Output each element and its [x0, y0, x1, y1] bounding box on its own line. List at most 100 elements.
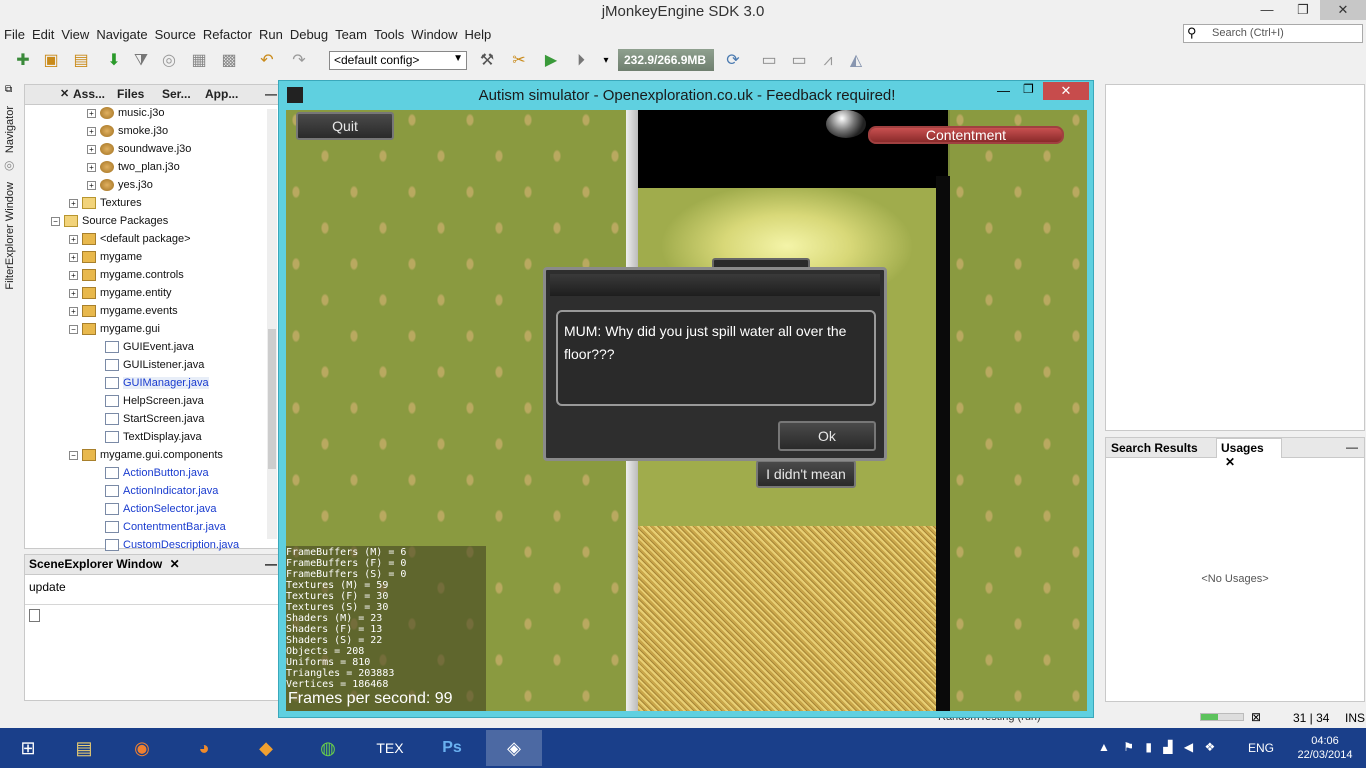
new-project-icon[interactable]: ▣: [40, 50, 62, 72]
texworks-icon[interactable]: TEX: [362, 730, 418, 766]
battery-icon[interactable]: ▮: [1145, 740, 1152, 754]
expand-toggle-icon[interactable]: +: [87, 126, 96, 136]
open-project-icon[interactable]: ▤: [70, 50, 92, 72]
tree-item[interactable]: ActionSelector.java: [105, 503, 217, 521]
menu-navigate[interactable]: Navigate: [92, 24, 150, 42]
autism-simulator-icon[interactable]: ◈: [486, 730, 542, 766]
save-icon[interactable]: ▦: [188, 50, 210, 72]
new-file-icon[interactable]: ✚: [12, 50, 34, 72]
profile-icon[interactable]: ⟳: [722, 50, 744, 72]
close-icon[interactable]: ✕: [170, 557, 180, 571]
tree-item[interactable]: + mygame.events: [69, 305, 178, 323]
restore-icon[interactable]: ⧉: [5, 84, 12, 95]
build-icon[interactable]: ⚒: [476, 50, 498, 72]
tree-item[interactable]: TextDisplay.java: [105, 431, 202, 449]
expand-toggle-icon[interactable]: +: [87, 162, 96, 172]
expand-toggle-icon[interactable]: −: [69, 450, 78, 460]
menu-file[interactable]: File: [0, 24, 28, 42]
tree-item[interactable]: + <default package>: [69, 233, 191, 251]
expand-toggle-icon[interactable]: −: [51, 216, 60, 226]
debug-icon[interactable]: ⏵: [570, 50, 592, 72]
undo-icon[interactable]: ↶: [256, 50, 278, 72]
monitor-icon[interactable]: ▭: [788, 50, 810, 72]
expand-toggle-icon[interactable]: +: [87, 108, 96, 118]
expand-toggle-icon[interactable]: +: [69, 288, 78, 298]
file-explorer-icon[interactable]: ▤: [56, 730, 112, 766]
photoshop-icon[interactable]: Ps: [424, 730, 480, 766]
projects-scrollbar[interactable]: [267, 109, 277, 539]
close-button[interactable]: ✕: [1043, 82, 1089, 100]
expand-toggle-icon[interactable]: +: [87, 144, 96, 154]
tab-appstates[interactable]: App...: [205, 87, 238, 101]
close-button[interactable]: ✕: [1320, 0, 1366, 20]
scene-explorer-title[interactable]: SceneExplorer Window: [29, 557, 162, 571]
expand-toggle-icon[interactable]: +: [69, 306, 78, 316]
response-button[interactable]: I didn't mean: [756, 460, 856, 488]
close-icon[interactable]: ✕: [1225, 455, 1235, 469]
quit-button[interactable]: Quit: [296, 112, 394, 140]
expand-toggle-icon[interactable]: +: [69, 252, 78, 262]
jmonkey-sdk-icon[interactable]: ◆: [238, 730, 294, 766]
firefox-icon[interactable]: ◉: [114, 730, 170, 766]
filter-icon[interactable]: ⧩: [130, 50, 152, 72]
expand-toggle-icon[interactable]: +: [69, 198, 78, 208]
expand-toggle-icon[interactable]: −: [69, 324, 78, 334]
minimize-panel-icon[interactable]: —: [265, 87, 277, 101]
expand-toggle-icon[interactable]: +: [69, 234, 78, 244]
language-indicator[interactable]: ENG: [1248, 741, 1274, 755]
maximize-button[interactable]: ❐: [1288, 0, 1318, 20]
tree-item[interactable]: + yes.j3o: [87, 179, 153, 197]
tree-item[interactable]: + smoke.j3o: [87, 125, 168, 143]
clock[interactable]: 04:06 22/03/2014: [1290, 734, 1360, 762]
tree-item[interactable]: + mygame.controls: [69, 269, 184, 287]
dropbox-icon[interactable]: ❖: [1204, 740, 1215, 754]
volume-icon[interactable]: ◀: [1184, 740, 1193, 754]
show-hidden-icons-icon[interactable]: ▲: [1098, 740, 1110, 754]
tab-search-results[interactable]: Search Results: [1111, 441, 1198, 455]
search-input[interactable]: ⚲ Search (Ctrl+I): [1183, 24, 1363, 43]
tree-item[interactable]: + Textures: [69, 197, 142, 215]
tab-services[interactable]: Ser...: [162, 87, 191, 101]
document-icon[interactable]: [29, 609, 40, 622]
cancel-task-icon[interactable]: ⊠: [1251, 710, 1261, 724]
run-icon[interactable]: ▶: [540, 50, 562, 72]
tree-item[interactable]: ContentmentBar.java: [105, 521, 226, 539]
tree-item[interactable]: + two_plan.j3o: [87, 161, 180, 179]
menu-refactor[interactable]: Refactor: [199, 24, 255, 42]
debug-dropdown-icon[interactable]: ▾: [595, 50, 617, 72]
clean-build-icon[interactable]: ✂: [508, 50, 530, 72]
tree-item[interactable]: StartScreen.java: [105, 413, 204, 431]
tree-item[interactable]: + mygame.entity: [69, 287, 172, 305]
ai-icon[interactable]: ⩘: [817, 50, 839, 72]
windows-start-icon[interactable]: ⊞: [0, 730, 56, 766]
menu-help[interactable]: Help: [461, 24, 495, 42]
ok-button[interactable]: Ok: [778, 421, 876, 451]
menu-run[interactable]: Run: [255, 24, 286, 42]
maximize-button[interactable]: ❐: [1023, 82, 1034, 96]
tree-item[interactable]: + soundwave.j3o: [87, 143, 191, 161]
tree-item[interactable]: HelpScreen.java: [105, 395, 204, 413]
blender-icon[interactable]: ◕: [176, 730, 232, 766]
tree-item[interactable]: GUIEvent.java: [105, 341, 194, 359]
menu-tools[interactable]: Tools: [370, 24, 407, 42]
network-icon[interactable]: ▟: [1163, 740, 1172, 754]
blender-icon[interactable]: ◎: [158, 50, 180, 72]
tree-item[interactable]: ActionIndicator.java: [105, 485, 218, 503]
expand-toggle-icon[interactable]: +: [69, 270, 78, 280]
close-tab-icon[interactable]: ✕: [60, 87, 69, 100]
menu-team[interactable]: Team: [331, 24, 370, 42]
minimize-button[interactable]: —: [997, 83, 1010, 98]
config-select[interactable]: <default config> ▼: [329, 51, 467, 70]
menu-window[interactable]: Window: [407, 24, 460, 42]
tree-item[interactable]: − mygame.gui: [69, 323, 160, 341]
gc-icon[interactable]: ▭: [758, 50, 780, 72]
menu-edit[interactable]: Edit: [28, 24, 57, 42]
menu-source[interactable]: Source: [151, 24, 199, 42]
flag-icon[interactable]: ⚑: [1123, 740, 1134, 754]
tree-item[interactable]: + mygame: [69, 251, 142, 269]
minimize-panel-icon[interactable]: —: [1346, 440, 1358, 454]
tab-assets[interactable]: Ass...: [73, 87, 105, 101]
redo-icon[interactable]: ↷: [288, 50, 310, 72]
scene-selector-value[interactable]: update: [29, 580, 66, 594]
game-viewport[interactable]: Quit Contentment I didn't mean MUM: Why …: [286, 110, 1087, 711]
